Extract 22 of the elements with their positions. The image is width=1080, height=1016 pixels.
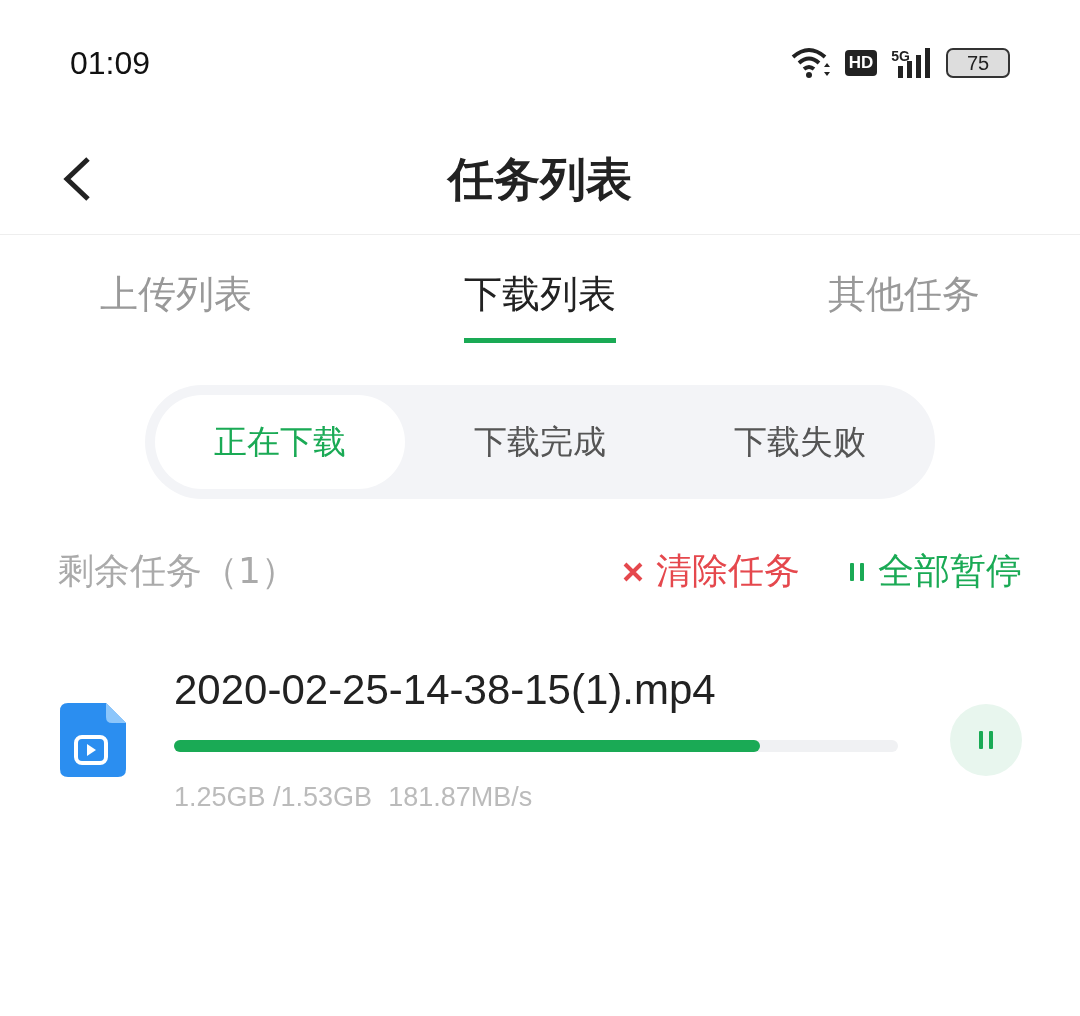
segment-tab[interactable]: 下载失败 (675, 395, 925, 489)
hd-badge: HD (844, 50, 878, 76)
file-name: 2020-02-25-14-38-15(1).mp4 (174, 666, 717, 714)
file-size: 1.25GB /1.53GB (174, 782, 373, 813)
download-speed: 181.87MB/s (388, 782, 533, 813)
tab[interactable]: 下载列表 (464, 235, 616, 343)
tab[interactable]: 上传列表 (100, 235, 252, 343)
clear-tasks-button[interactable]: 清除任务 (622, 547, 800, 596)
segment-tab[interactable]: 正在下载 (155, 395, 405, 489)
pause-all-button[interactable]: 全部暂停 (848, 547, 1022, 596)
remaining-tasks: 剩余任务（1） (58, 549, 297, 593)
video-file-icon (60, 702, 126, 777)
pause-icon (848, 560, 866, 583)
wifi-icon (790, 46, 831, 80)
tab[interactable]: 其他任务 (828, 235, 980, 343)
status-time: 01:09 (70, 44, 151, 82)
pause-icon (977, 728, 995, 751)
battery-icon: 75 (946, 48, 1010, 78)
page-title: 任务列表 (448, 151, 632, 208)
segment-tab[interactable]: 下载完成 (415, 395, 665, 489)
network-label: 5G (891, 48, 910, 64)
close-icon (622, 560, 644, 583)
